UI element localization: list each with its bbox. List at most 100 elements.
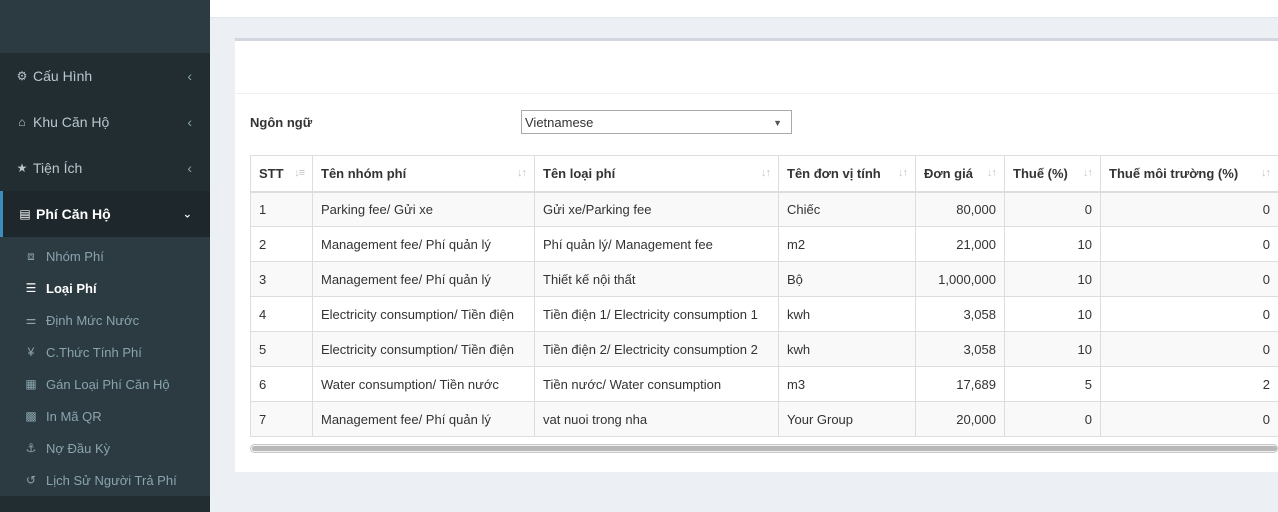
cell-tax: 0 (1004, 191, 1101, 227)
cell-stt: 2 (250, 226, 313, 262)
submenu-item-label: Gán Loại Phí Căn Hộ (46, 376, 170, 392)
submenu-item-dinh-muc-nuoc[interactable]: ⚌ Định Mức Nước (0, 304, 210, 336)
sort-icon: ↓↑ (1261, 167, 1271, 179)
cell-fee-group: Parking fee/ Gửi xe (312, 191, 535, 227)
history-icon: ↺ (25, 473, 37, 487)
column-header-fee-type[interactable]: Tên loại phí ↓↑ (534, 155, 779, 193)
submenu-item-cong-thuc-tinh-phi[interactable]: ¥ C.Thức Tính Phí (0, 336, 210, 368)
submenu-item-lich-su-nguoi-tra-phi[interactable]: ↺ Lịch Sử Người Trả Phí (0, 464, 210, 496)
cell-fee-type: Tiền điện 1/ Electricity consumption 1 (534, 296, 779, 332)
submenu-item-label: In Mã QR (46, 408, 102, 424)
cell-fee-group: Management fee/ Phí quản lý (312, 401, 535, 437)
fee-type-table: STT ↓≡ Tên nhóm phí ↓↑ Tên loại phí ↓↑ Tên … (250, 155, 1278, 437)
scrollbar-thumb[interactable] (252, 446, 1277, 451)
cell-unit: kwh (778, 296, 916, 332)
cell-fee-group: Management fee/ Phí quản lý (312, 226, 535, 262)
table-row[interactable]: 3 Management fee/ Phí quản lý Thiết kế n… (250, 261, 1278, 297)
cell-env-tax: 0 (1100, 226, 1278, 262)
cell-fee-group: Electricity consumption/ Tiền điện (312, 296, 535, 332)
cell-env-tax: 0 (1100, 331, 1278, 367)
table-row[interactable]: 1 Parking fee/ Gửi xe Gửi xe/Parking fee… (250, 191, 1278, 227)
sidebar-item-cau-hinh[interactable]: ⚙ Cấu Hình ‹ (0, 53, 210, 99)
column-header-fee-group[interactable]: Tên nhóm phí ↓↑ (312, 155, 535, 193)
cell-tax: 10 (1004, 226, 1101, 262)
chevron-down-icon: ⌄ (182, 208, 192, 221)
cell-unit: Chiếc (778, 191, 916, 227)
gear-icon: ⚙ (16, 69, 28, 83)
submenu-item-label: Lịch Sử Người Trả Phí (46, 472, 177, 488)
submenu-phi-can-ho: ⧈ Nhóm Phí ☰ Loại Phí ⚌ Định Mức Nước ¥ … (0, 237, 210, 496)
cell-unit: kwh (778, 331, 916, 367)
submenu-item-label: Nợ Đầu Kỳ (46, 440, 111, 456)
sort-asc-icon: ↓≡ (294, 167, 305, 179)
column-header-unit[interactable]: Tên đơn vị tính ↓↑ (778, 155, 916, 193)
table-icon: ▦ (25, 377, 37, 391)
cell-fee-group: Management fee/ Phí quản lý (312, 261, 535, 297)
cell-env-tax: 2 (1100, 366, 1278, 402)
horizontal-scrollbar[interactable] (250, 444, 1278, 453)
cell-stt: 5 (250, 331, 313, 367)
sidebar: ⚙ Cấu Hình ‹ ⌂ Khu Căn Hộ ‹ ★ Tiện Ích ‹… (0, 0, 210, 512)
column-header-stt[interactable]: STT ↓≡ (250, 155, 313, 193)
fee-type-box: Ngôn ngữ Vietnamese ▼ STT ↓≡ Tên nhóm phí… (235, 38, 1278, 472)
cell-unit: m3 (778, 366, 916, 402)
cell-unit-price: 20,000 (915, 401, 1005, 437)
cell-fee-type: Phí quản lý/ Management fee (534, 226, 779, 262)
list-icon: ☰ (25, 281, 37, 295)
table-row[interactable]: 5 Electricity consumption/ Tiền điện Tiề… (250, 331, 1278, 367)
anchor-icon: ⚓ (25, 441, 37, 455)
submenu-item-nhom-phi[interactable]: ⧈ Nhóm Phí (0, 240, 210, 272)
cell-unit-price: 3,058 (915, 296, 1005, 332)
cell-fee-type: Thiết kế nội thất (534, 261, 779, 297)
cell-fee-type: Gửi xe/Parking fee (534, 191, 779, 227)
sort-icon: ↓↑ (517, 167, 527, 179)
sidebar-item-label: Tiện Ích (33, 160, 83, 176)
cell-unit-price: 21,000 (915, 226, 1005, 262)
language-label: Ngôn ngữ (250, 114, 313, 130)
cell-unit-price: 17,689 (915, 366, 1005, 402)
submenu-item-no-dau-ky[interactable]: ⚓ Nợ Đầu Kỳ (0, 432, 210, 464)
table-row[interactable]: 7 Management fee/ Phí quản lý vat nuoi t… (250, 401, 1278, 437)
cell-stt: 3 (250, 261, 313, 297)
sidebar-item-phi-can-ho[interactable]: ▤ Phí Căn Hộ ⌄ (0, 191, 210, 237)
content-header (210, 0, 1278, 18)
column-header-unit-price[interactable]: Đơn giá ↓↑ (915, 155, 1005, 193)
table-row[interactable]: 4 Electricity consumption/ Tiền điện Tiề… (250, 296, 1278, 332)
submenu-item-label: Loại Phí (46, 280, 97, 296)
caret-down-icon: ▼ (773, 118, 782, 128)
table-row[interactable]: 6 Water consumption/ Tiền nước Tiền nước… (250, 366, 1278, 402)
sidebar-item-tien-ich[interactable]: ★ Tiện Ích ‹ (0, 145, 210, 191)
cell-env-tax: 0 (1100, 191, 1278, 227)
cell-tax: 0 (1004, 401, 1101, 437)
cell-unit-price: 80,000 (915, 191, 1005, 227)
table-row[interactable]: 2 Management fee/ Phí quản lý Phí quản l… (250, 226, 1278, 262)
box-header (235, 41, 1278, 94)
cell-stt: 4 (250, 296, 313, 332)
sort-icon: ↓↑ (898, 167, 908, 179)
qrcode-icon: ▩ (25, 409, 37, 423)
cell-tax: 10 (1004, 296, 1101, 332)
cell-env-tax: 0 (1100, 296, 1278, 332)
submenu-item-loai-phi[interactable]: ☰ Loại Phí (0, 272, 210, 304)
object-group-icon: ⧈ (27, 248, 35, 263)
language-selected-value: Vietnamese (525, 114, 594, 130)
sidebar-item-label: Phí Căn Hộ (36, 206, 111, 222)
cell-fee-group: Water consumption/ Tiền nước (312, 366, 535, 402)
submenu-item-in-ma-qr[interactable]: ▩ In Mã QR (0, 400, 210, 432)
table-header-row: STT ↓≡ Tên nhóm phí ↓↑ Tên loại phí ↓↑ Tên … (250, 155, 1278, 193)
cell-unit: m2 (778, 226, 916, 262)
cell-env-tax: 0 (1100, 401, 1278, 437)
sidebar-item-label: Khu Căn Hộ (33, 114, 110, 130)
submenu-item-gan-loai-phi[interactable]: ▦ Gán Loại Phí Căn Hộ (0, 368, 210, 400)
sort-icon: ↓↑ (761, 167, 771, 179)
language-select[interactable]: Vietnamese ▼ (521, 110, 792, 134)
column-header-tax[interactable]: Thuế (%) ↓↑ (1004, 155, 1101, 193)
sidebar-item-khu-can-ho[interactable]: ⌂ Khu Căn Hộ ‹ (0, 99, 210, 145)
cell-fee-type: Tiền nước/ Water consumption (534, 366, 779, 402)
column-header-env-tax[interactable]: Thuế môi trường (%) ↓↑ (1100, 155, 1278, 193)
sort-icon: ↓↑ (1083, 167, 1093, 179)
sidebar-header (0, 0, 210, 53)
sliders-icon: ⚌ (25, 313, 37, 327)
submenu-item-label: Định Mức Nước (46, 312, 140, 328)
cell-unit-price: 3,058 (915, 331, 1005, 367)
